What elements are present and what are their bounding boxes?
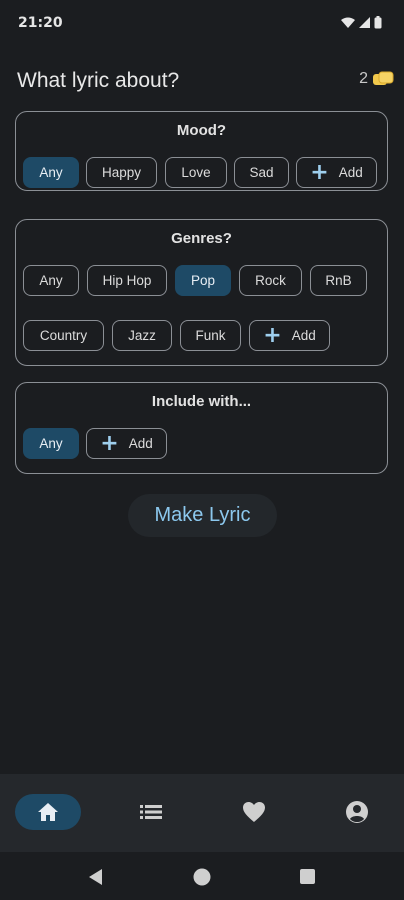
genres-title: Genres? [171, 230, 232, 247]
wifi-icon [341, 17, 355, 28]
make-lyric-button[interactable]: Make Lyric [128, 494, 277, 537]
genre-chip-jazz[interactable]: Jazz [112, 320, 172, 351]
mood-card: Mood? Any Happy Love Sad + Add [15, 111, 388, 191]
genre-chip-funk[interactable]: Funk [180, 320, 241, 351]
chip-label: Love [181, 165, 211, 180]
plus-icon: + [263, 322, 282, 348]
plus-icon: + [100, 430, 119, 456]
header: What lyric about? 2 [0, 60, 404, 100]
nav-list[interactable] [118, 794, 184, 830]
genre-chip-country[interactable]: Country [23, 320, 104, 351]
heart-icon [243, 802, 265, 822]
include-card: Include with... Any + Add [15, 382, 388, 474]
coin-balance[interactable]: 2 [359, 70, 394, 88]
coins-icon [373, 71, 394, 85]
chip-label: Funk [195, 328, 226, 343]
nav-home[interactable] [15, 794, 81, 830]
chip-label: RnB [325, 273, 352, 288]
mood-chip-love[interactable]: Love [165, 157, 227, 188]
signal-icon [359, 17, 370, 28]
include-chip-any[interactable]: Any [23, 428, 79, 459]
add-label: Add [338, 165, 363, 180]
add-label: Add [291, 328, 316, 343]
genre-chip-rnb[interactable]: RnB [310, 265, 367, 296]
genre-chip-rock[interactable]: Rock [239, 265, 302, 296]
mood-chip-any[interactable]: Any [23, 157, 79, 188]
status-icons [341, 16, 382, 29]
plus-icon: + [310, 159, 329, 185]
genre-chip-any[interactable]: Any [23, 265, 79, 296]
mood-chip-happy[interactable]: Happy [86, 157, 157, 188]
recents-icon[interactable] [300, 869, 315, 884]
mood-title: Mood? [176, 122, 227, 139]
nav-favorites[interactable] [221, 794, 287, 830]
mood-chip-sad[interactable]: Sad [234, 157, 289, 188]
chip-label: Happy [101, 165, 142, 180]
system-navigation [0, 852, 404, 900]
account-icon [346, 801, 368, 823]
page-title: What lyric about? [17, 69, 180, 92]
chip-label: Rock [255, 273, 286, 288]
chip-label: Sad [249, 165, 274, 180]
chip-label: Any [39, 165, 63, 180]
chip-label: Any [39, 273, 63, 288]
status-time: 21:20 [18, 15, 63, 31]
add-label: Add [128, 436, 153, 451]
chip-label: Country [39, 328, 88, 343]
include-add-button[interactable]: + Add [86, 428, 167, 459]
chip-label: Jazz [128, 328, 156, 343]
home-nav-icon[interactable] [193, 868, 211, 886]
mood-add-button[interactable]: + Add [296, 157, 377, 188]
include-title: Include with... [151, 393, 252, 410]
list-icon [140, 805, 162, 819]
genre-add-button[interactable]: + Add [249, 320, 330, 351]
chip-label: Any [39, 436, 63, 451]
genres-card: Genres? Any Hip Hop Pop Rock RnB Country… [15, 219, 388, 366]
home-icon [38, 803, 58, 821]
back-icon[interactable] [88, 868, 104, 886]
chip-label: Hip Hop [102, 273, 152, 288]
nav-account[interactable] [324, 794, 390, 830]
status-bar: 21:20 [0, 0, 404, 48]
genre-chip-pop[interactable]: Pop [175, 265, 231, 296]
coin-count: 2 [359, 70, 368, 87]
bottom-navigation [0, 774, 404, 852]
make-lyric-label: Make Lyric [154, 504, 251, 526]
genre-chip-hip-hop[interactable]: Hip Hop [87, 265, 167, 296]
battery-icon [374, 16, 382, 29]
chip-label: Pop [190, 273, 216, 288]
